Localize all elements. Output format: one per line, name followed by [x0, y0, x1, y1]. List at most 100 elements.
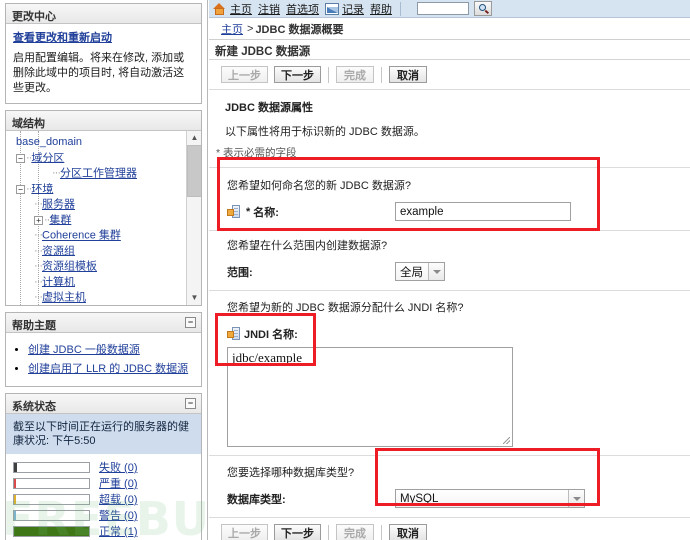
resize-grip-icon[interactable] [503, 437, 510, 444]
back-button-bottom[interactable]: 上一步 [221, 524, 268, 540]
domain-structure-title: 域结构 [12, 118, 45, 130]
domain-structure-panel: 域结构 base_domain − ··域分区 ···分区工作管理器 − ··环境 ···… [5, 110, 202, 306]
change-center-description: 启用配置编辑。将来在修改, 添加或删除此域中的项目时, 将自动激活这些更改。 [13, 52, 185, 94]
top-navigation-bar: 主页 注销 首选项 记录 帮助 [209, 0, 690, 18]
domain-structure-header: 域结构 [6, 111, 201, 131]
wizard-buttons-bottom: 上一步 下一步 完成 取消 [209, 517, 690, 540]
tree-node[interactable]: + ··集群 [12, 213, 201, 229]
tree-node[interactable]: − ··环境 [12, 182, 201, 198]
tree-link[interactable]: 服务器 [42, 199, 75, 211]
tree-node[interactable]: ···虚拟主机 [12, 290, 201, 305]
status-label[interactable]: 严重 (0) [99, 475, 138, 491]
next-button-bottom[interactable]: 下一步 [274, 524, 321, 540]
search-input[interactable] [417, 2, 469, 15]
scrollbar-thumb[interactable] [187, 145, 201, 197]
collapse-node-icon[interactable]: − [16, 153, 25, 163]
scope-select[interactable]: 全局 [395, 262, 445, 281]
view-changes-and-restarts-link[interactable]: 查看更改和重新启动 [6, 24, 201, 49]
chart-icon[interactable] [325, 2, 339, 15]
jndi-label: JNDI 名称: [244, 328, 298, 341]
tree-node[interactable]: ···Coherence 集群 [12, 228, 201, 244]
chevron-down-icon[interactable] [428, 263, 444, 280]
help-topic-link[interactable]: 创建 JDBC 一般数据源 [28, 344, 140, 356]
button-divider [381, 524, 382, 540]
home-icon[interactable] [213, 2, 226, 15]
domain-tree-scrollbar[interactable]: ▲ ▼ [186, 131, 201, 305]
finish-button-top[interactable]: 完成 [336, 66, 374, 83]
nav-home[interactable]: 主页 [230, 1, 252, 17]
jndi-label-group: JNDI 名称: [227, 326, 395, 342]
tree-guide-dash: ··· [34, 198, 43, 210]
next-button-top[interactable]: 下一步 [274, 66, 321, 83]
expand-node-icon[interactable]: + [34, 215, 43, 225]
tree-guide-dash: ··· [34, 291, 43, 303]
tree-link[interactable]: 计算机 [42, 276, 75, 288]
section-description: 以下属性将用于标识新的 JDBC 数据源。 [225, 126, 425, 138]
required-star: * [246, 205, 251, 218]
tree-node[interactable]: ···服务器 [12, 197, 201, 213]
help-topic-item: 创建 JDBC 一般数据源 [28, 341, 197, 357]
search-button[interactable] [474, 1, 492, 16]
collapse-node-icon[interactable]: − [16, 184, 25, 194]
tree-node[interactable]: ···分区工作管理器 [12, 166, 201, 182]
freebuf-watermark: FREEBUF [2, 492, 208, 540]
tree-link-base-domain[interactable]: base_domain [16, 136, 82, 148]
scroll-down-icon[interactable]: ▼ [187, 291, 201, 305]
nav-divider [400, 1, 401, 16]
name-input[interactable]: example [395, 202, 571, 221]
tree-link[interactable]: 环境 [31, 183, 53, 195]
nav-help[interactable]: 帮助 [370, 1, 392, 17]
change-center-panel: 更改中心 查看更改和重新启动 启用配置编辑。将来在修改, 添加或删除此域中的项目… [5, 3, 202, 104]
status-label[interactable]: 失败 (0) [99, 459, 138, 475]
change-center-header: 更改中心 [6, 4, 201, 24]
help-topics-panel: 帮助主题 − 创建 JDBC 一般数据源创建启用了 LLR 的 JDBC 数据源 [5, 312, 202, 387]
tree-link[interactable]: Coherence 集群 [42, 230, 121, 242]
tree-link[interactable]: 资源组 [42, 245, 75, 257]
dbtype-select[interactable]: MySQL [395, 489, 585, 508]
name-field-row: * 名称: example [209, 193, 690, 230]
scope-field-row: 范围: 全局 [209, 253, 690, 290]
dbtype-question: 您要选择哪种数据库类型? [227, 467, 355, 479]
collapse-icon[interactable]: − [185, 398, 196, 409]
tree-link[interactable]: 集群 [49, 214, 71, 226]
page-title: 新建 JDBC 数据源 [209, 40, 690, 60]
tree-guide-dash: ··· [34, 275, 43, 288]
tree-node[interactable]: ···计算机 [12, 275, 201, 291]
domain-tree: base_domain − ··域分区 ···分区工作管理器 − ··环境 ···服务器 +… [6, 131, 201, 305]
help-topics-list: 创建 JDBC 一般数据源创建启用了 LLR 的 JDBC 数据源 [10, 335, 197, 382]
collapse-icon[interactable]: − [185, 317, 196, 328]
system-status-summary: 截至以下时间正在运行的服务器的健康状况: 下午5:50 [6, 414, 201, 454]
tree-guide-dash: ··· [34, 244, 43, 257]
tree-link[interactable]: 资源组模板 [42, 261, 97, 273]
nav-records[interactable]: 记录 [342, 1, 364, 17]
name-label: 名称: [253, 206, 279, 219]
tree-link[interactable]: 域分区 [31, 152, 64, 164]
help-topics-title: 帮助主题 [12, 320, 56, 332]
tree-link[interactable]: 虚拟主机 [42, 292, 86, 304]
nav-logout[interactable]: 注销 [258, 1, 280, 17]
chevron-down-icon[interactable] [568, 490, 584, 507]
name-label-group: * 名称: [227, 204, 395, 220]
property-lock-icon [227, 205, 240, 218]
tree-node-base-domain[interactable]: base_domain [12, 135, 201, 151]
finish-button-bottom[interactable]: 完成 [336, 524, 374, 540]
help-topic-link[interactable]: 创建启用了 LLR 的 JDBC 数据源 [28, 363, 188, 375]
breadcrumb: 主页 > JDBC 数据源概要 [209, 18, 690, 40]
nav-preferences[interactable]: 首选项 [286, 1, 319, 17]
cancel-button-top[interactable]: 取消 [389, 66, 427, 83]
back-button-top[interactable]: 上一步 [221, 66, 268, 83]
scroll-up-icon[interactable]: ▲ [187, 131, 201, 145]
tree-link[interactable]: 分区工作管理器 [60, 168, 137, 180]
tree-node[interactable]: ···资源组 [12, 244, 201, 260]
breadcrumb-home-link[interactable]: 主页 [221, 21, 243, 37]
section-title: JDBC 数据源属性 [225, 102, 314, 114]
dbtype-label: 数据库类型: [227, 493, 286, 506]
main-content: 主页 注销 首选项 记录 帮助 主页 > JDBC 数据源概要 新建 JDBC … [209, 0, 690, 540]
tree-node[interactable]: − ··域分区 [12, 151, 201, 167]
jndi-textarea[interactable]: jdbc/example [227, 347, 513, 447]
jndi-label-row: JNDI 名称: [209, 315, 690, 345]
property-lock-icon [227, 327, 240, 340]
cancel-button-bottom[interactable]: 取消 [389, 524, 427, 540]
system-status-title: 系统状态 [12, 401, 56, 413]
tree-node[interactable]: ···资源组模板 [12, 259, 201, 275]
